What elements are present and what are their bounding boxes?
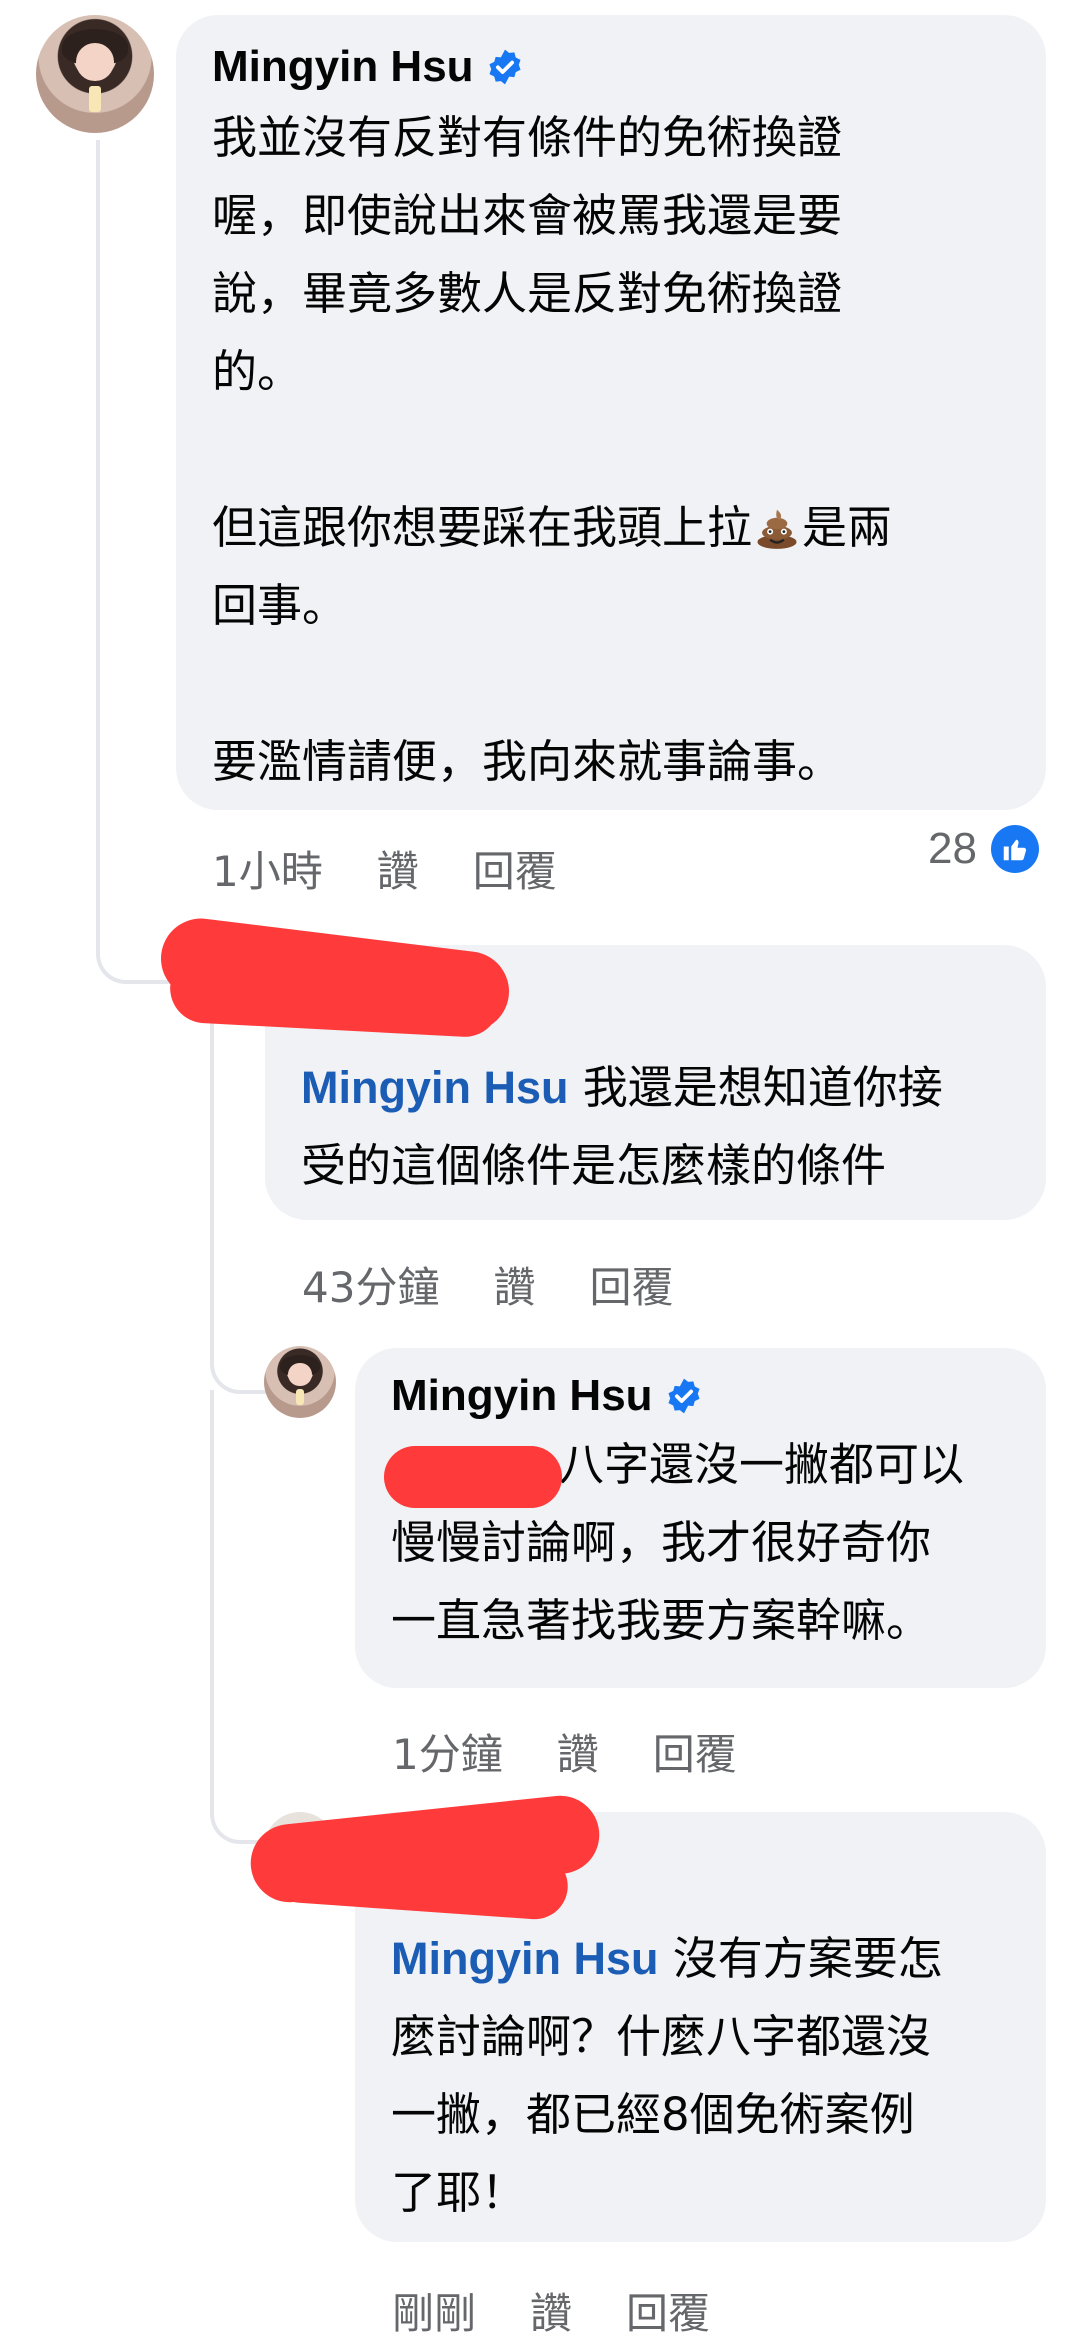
comment-text: Mingyin Hsu 沒有方案要怎 麼討論啊？什麼八字都還沒 一撇，都已經8個… <box>391 1920 1010 2232</box>
reply-button[interactable]: 回覆 <box>653 1721 737 1782</box>
avatar-face <box>76 43 114 82</box>
redaction-mark <box>384 1446 562 1508</box>
poop-emoji <box>757 509 797 549</box>
comment-meta-row: 剛剛 讚 回覆 <box>392 2280 710 2341</box>
avatar-candle <box>296 1389 304 1406</box>
mention-link[interactable]: Mingyin Hsu <box>391 1933 659 1984</box>
like-button[interactable]: 讚 <box>493 1254 535 1315</box>
timestamp[interactable]: 43分鐘 <box>302 1254 439 1315</box>
comment-text: 我並沒有反對有條件的免術換證 喔，即使說出來會被罵我還是要 說，畢竟多數人是反對… <box>212 99 1010 801</box>
verified-badge-icon <box>668 1378 700 1414</box>
like-button[interactable]: 讚 <box>557 1721 599 1782</box>
thread-line-reply-1 <box>210 1020 266 1394</box>
reply-button[interactable]: 回覆 <box>473 838 557 899</box>
author-row: Mingyin Hsu <box>212 37 1010 97</box>
author-row: Mingyin Hsu <box>391 1366 1010 1426</box>
reply-button[interactable]: 回覆 <box>589 1254 673 1315</box>
author-name[interactable]: Mingyin Hsu <box>391 1371 653 1421</box>
verified-badge-icon <box>489 49 521 85</box>
comment-bubble: Mingyin Hsu 八字還沒一撇都可以 慢慢討論啊，我才很好奇你 一直急著找… <box>355 1348 1046 1688</box>
like-button[interactable]: 讚 <box>377 838 419 899</box>
reply-button[interactable]: 回覆 <box>626 2280 710 2341</box>
timestamp[interactable]: 1分鐘 <box>392 1721 503 1782</box>
author-name[interactable]: Mingyin Hsu <box>212 42 474 92</box>
reaction-count: 28 <box>928 824 977 873</box>
comment-meta-row: 1分鐘 讚 回覆 <box>392 1721 737 1782</box>
comment-bubble: Mingyin Hsu 我並沒有反對有條件的免術換證 喔，即使說出來會被罵我還是… <box>176 15 1046 810</box>
comment-text-part-1: 我並沒有反對有條件的免術換證 喔，即使說出來會被罵我還是要 說，畢竟多數人是反對… <box>212 111 843 554</box>
timestamp[interactable]: 剛剛 <box>392 2280 476 2341</box>
comment-text: Mingyin Hsu 我還是想知道你接 受的這個條件是怎麼樣的條件 <box>301 1049 1010 1205</box>
like-button[interactable]: 讚 <box>530 2280 572 2341</box>
mention-link[interactable]: Mingyin Hsu <box>301 1062 569 1113</box>
avatar-candle <box>89 85 101 112</box>
thread-line-main <box>96 140 170 984</box>
timestamp[interactable]: 1小時 <box>212 838 323 899</box>
avatar-face <box>288 1363 312 1387</box>
reaction-summary[interactable]: 28 <box>928 824 1039 874</box>
comment-meta-row: 43分鐘 讚 回覆 <box>302 1254 673 1315</box>
thumbs-up-icon <box>990 825 1039 873</box>
comment-meta-row: 1小時 讚 回覆 <box>212 838 557 899</box>
thread-line-reply-2 <box>210 1390 266 1844</box>
avatar[interactable] <box>264 1346 336 1418</box>
avatar[interactable] <box>36 15 154 133</box>
